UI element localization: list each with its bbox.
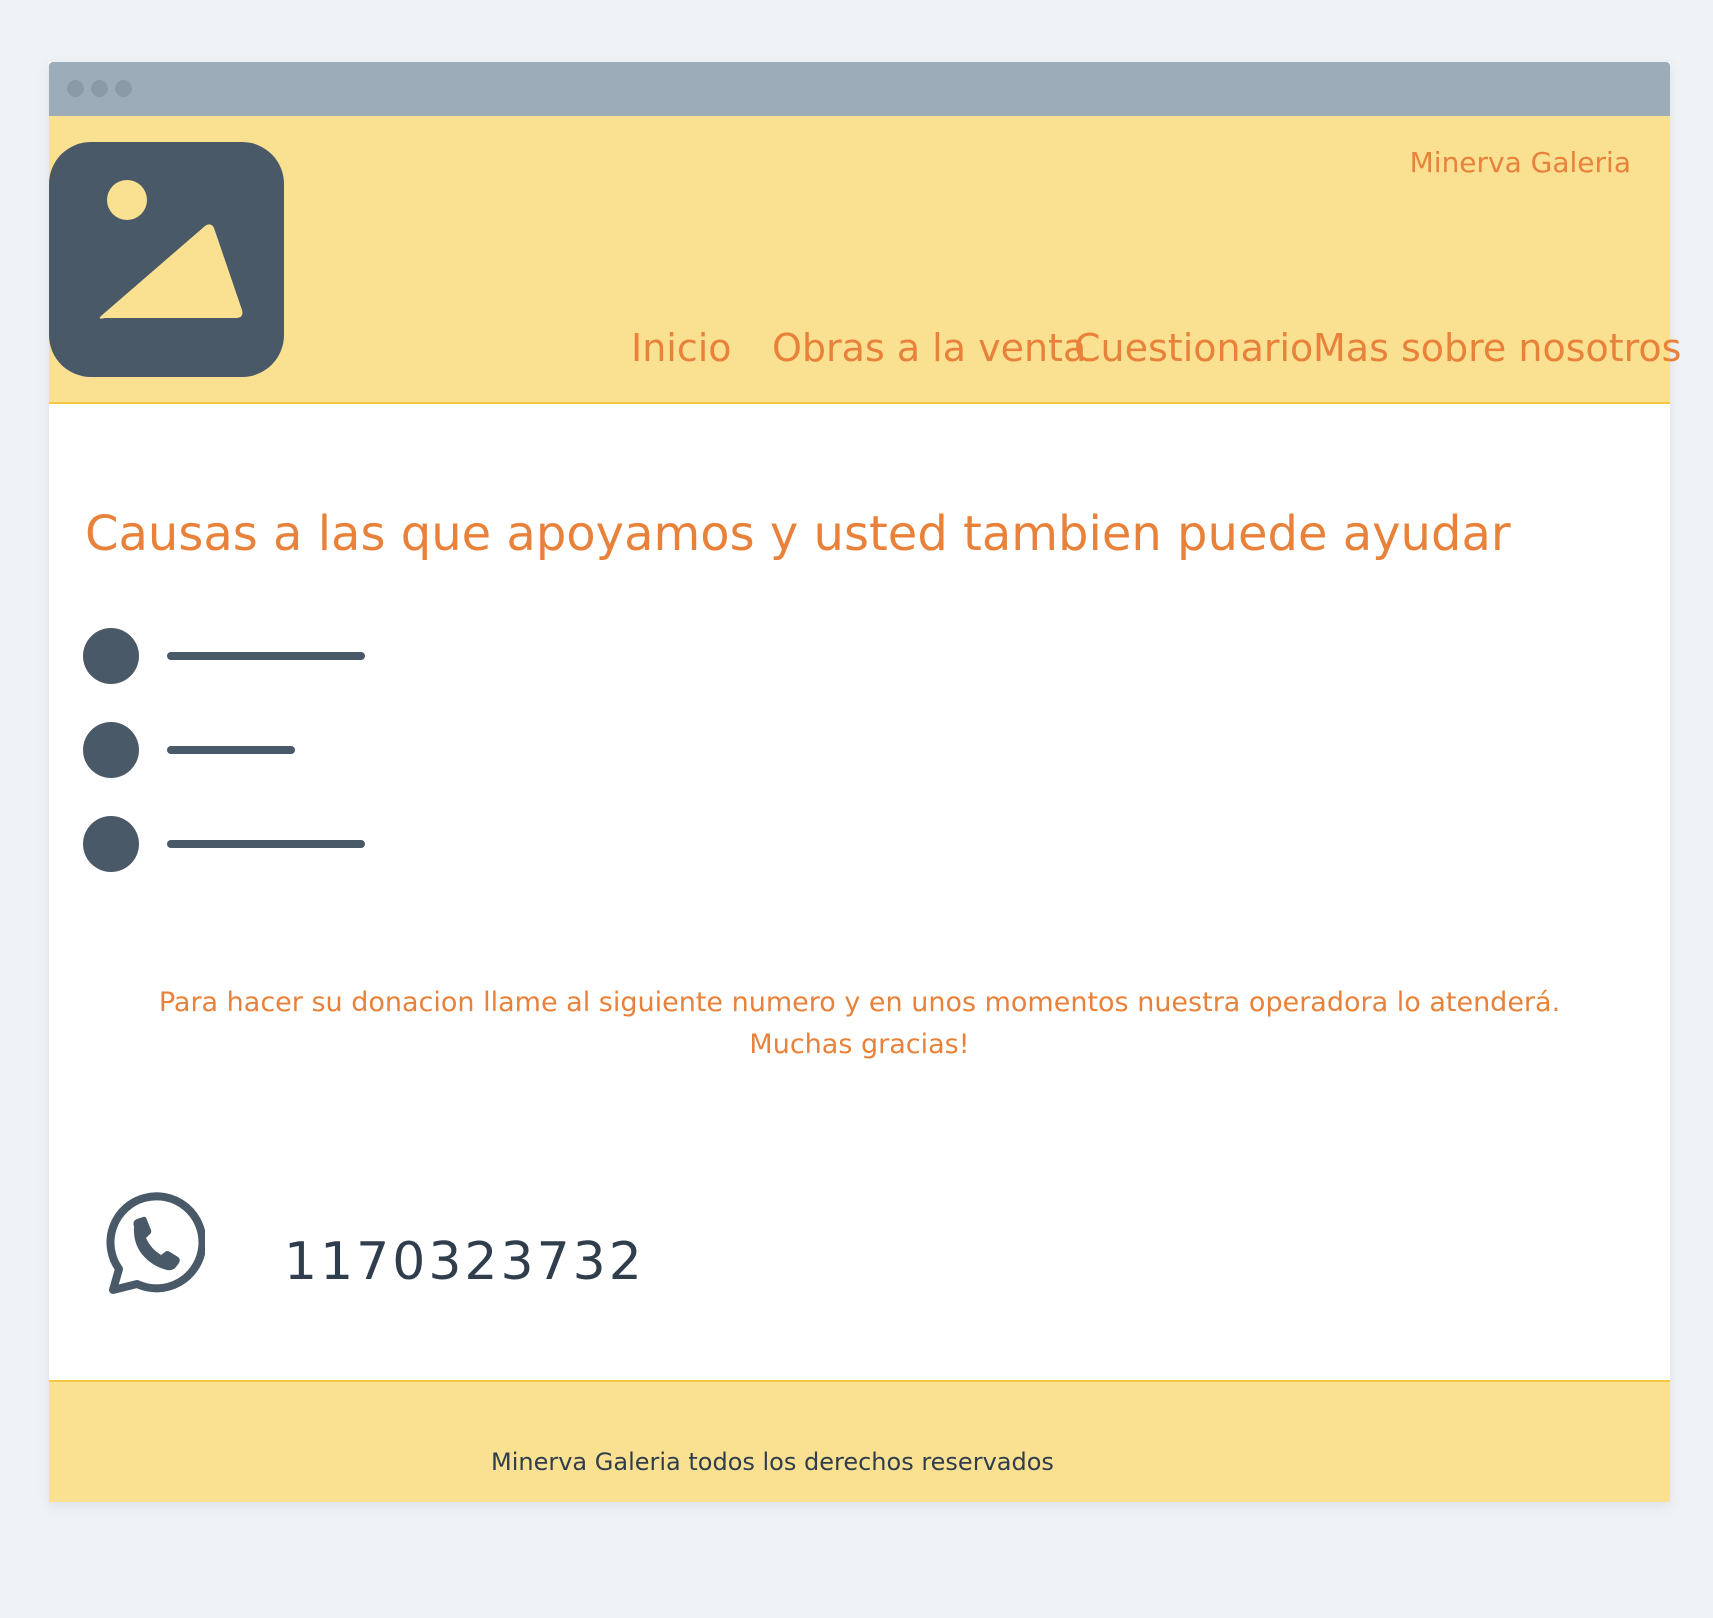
thank-you-text: Muchas gracias! [749,1029,970,1060]
nav-mas-sobre-nosotros[interactable]: Mas sobre nosotros [1313,326,1681,370]
image-placeholder-icon [49,142,284,377]
bullet-icon [83,628,139,684]
text-placeholder-line [167,840,365,848]
site-footer: Minerva Galeria todos los derechos reser… [49,1380,1670,1502]
list-item [83,722,483,778]
text-placeholder-line [167,652,365,660]
donation-info: Para hacer su donacion llame al siguient… [49,982,1670,1066]
window-titlebar [49,62,1670,116]
nav-cuestionario[interactable]: Cuestionario [1074,326,1313,370]
phone-number[interactable]: 1170323732 [284,1232,645,1292]
window-dot-close[interactable] [67,80,84,97]
list-item [83,628,483,684]
browser-window: Minerva Galeria Inicio Obras a la venta … [49,62,1681,1502]
nav-inicio[interactable]: Inicio [631,326,732,370]
list-item [83,816,483,872]
site-header: Minerva Galeria Inicio Obras a la venta … [49,116,1681,404]
copyright-text: Minerva Galeria todos los derechos reser… [491,1448,1054,1476]
bullet-icon [83,722,139,778]
window-dot-maximize[interactable] [115,80,132,97]
text-placeholder-line [167,746,295,754]
page-heading: Causas a las que apoyamos y usted tambie… [85,506,1511,562]
donation-instructions: Para hacer su donacion llame al siguient… [158,987,1561,1018]
nav-obras-a-la-venta[interactable]: Obras a la venta [772,326,1086,370]
brand-name[interactable]: Minerva Galeria [1410,146,1631,179]
bullet-icon [83,816,139,872]
window-dot-minimize[interactable] [91,80,108,97]
whatsapp-icon[interactable] [99,1192,207,1298]
